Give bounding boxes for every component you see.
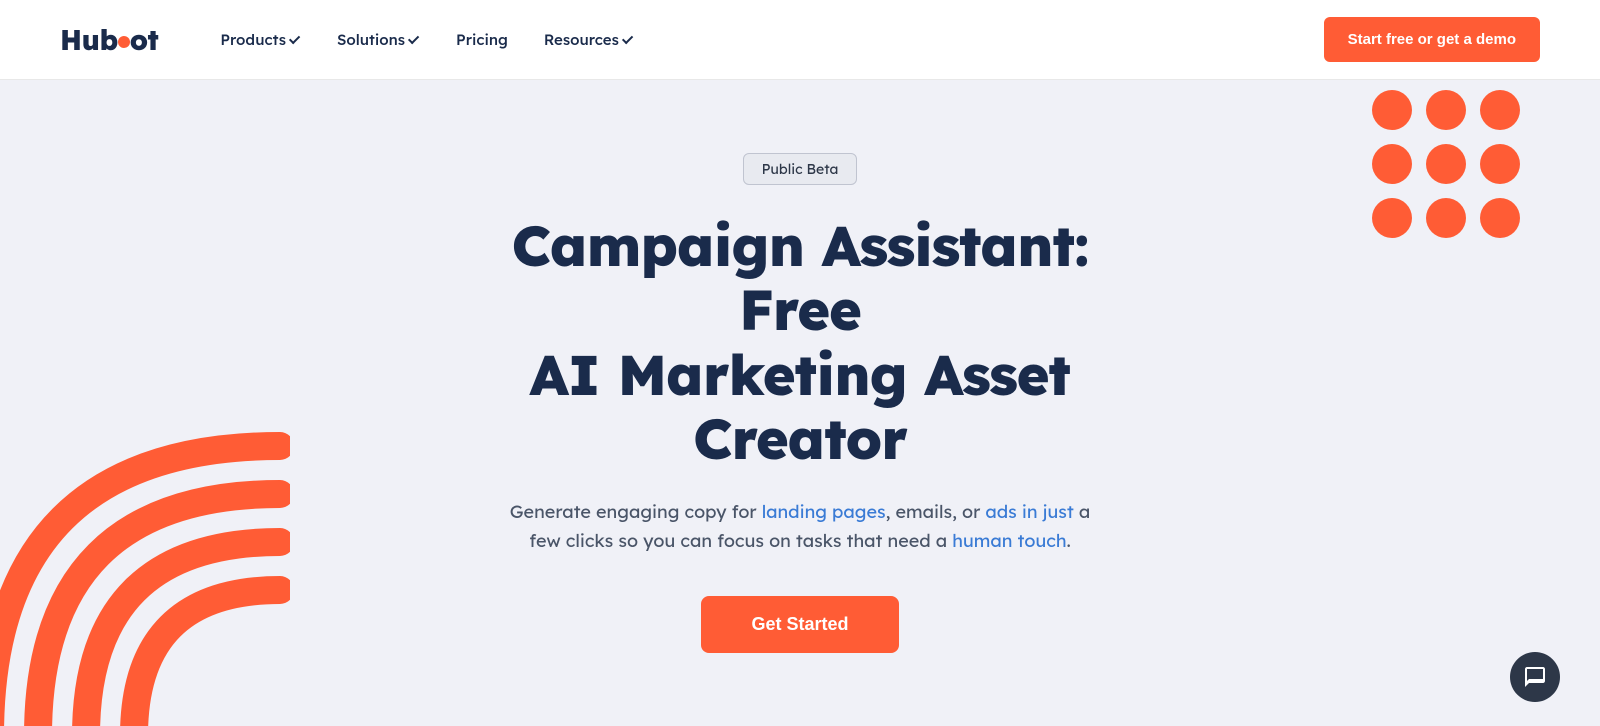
landing-pages-link[interactable]: landing pages — [762, 500, 886, 523]
dot — [1426, 144, 1466, 184]
nav-resources-label: Resources — [544, 30, 619, 49]
nav-item-solutions[interactable]: Solutions — [323, 22, 434, 57]
nav-links: Products Solutions Pricing Resources — [206, 22, 1323, 57]
chevron-down-icon — [289, 32, 300, 43]
nav-products-label: Products — [220, 30, 286, 49]
dot — [1372, 198, 1412, 238]
ads-link[interactable]: ads in just — [985, 500, 1073, 523]
hero-title-line1: Campaign Assistant: Free — [512, 210, 1089, 344]
hero-title-line3: Creator — [693, 403, 907, 473]
hero-title: Campaign Assistant: Free AI Marketing As… — [470, 213, 1130, 471]
dot — [1372, 144, 1412, 184]
navbar: Hubot Products Solutions Pricing Resourc… — [0, 0, 1600, 80]
nav-item-resources[interactable]: Resources — [530, 22, 648, 57]
nav-solutions-label: Solutions — [337, 30, 405, 49]
dot — [1372, 90, 1412, 130]
dot — [1480, 144, 1520, 184]
dot — [1426, 198, 1466, 238]
nav-item-pricing[interactable]: Pricing — [442, 22, 522, 57]
nav-cta-button[interactable]: Start free or get a demo — [1324, 17, 1540, 62]
hero-section: Public Beta Campaign Assistant: Free AI … — [0, 80, 1600, 726]
logo-text: Hubot — [60, 22, 158, 57]
hero-cta-button[interactable]: Get Started — [701, 596, 898, 653]
nav-item-products[interactable]: Products — [206, 22, 315, 57]
chat-bubble-button[interactable] — [1510, 652, 1560, 702]
hero-subtitle: Generate engaging copy for landing pages… — [500, 498, 1100, 556]
dot — [1480, 90, 1520, 130]
chevron-down-icon — [622, 32, 633, 43]
nav-pricing-label: Pricing — [456, 30, 508, 49]
chevron-down-icon — [408, 32, 419, 43]
rainbow-svg — [0, 426, 290, 726]
logo[interactable]: Hubot — [60, 22, 158, 57]
dot-grid-decoration — [1372, 90, 1520, 238]
beta-badge: Public Beta — [743, 153, 858, 185]
dot — [1426, 90, 1466, 130]
chat-icon — [1523, 665, 1547, 689]
logo-dot — [118, 36, 130, 48]
hero-title-line2: AI Marketing Asset — [530, 339, 1070, 409]
rainbow-decoration — [0, 426, 290, 726]
human-touch-link[interactable]: human touch — [952, 529, 1066, 552]
dot — [1480, 198, 1520, 238]
hero-content: Public Beta Campaign Assistant: Free AI … — [450, 153, 1150, 653]
